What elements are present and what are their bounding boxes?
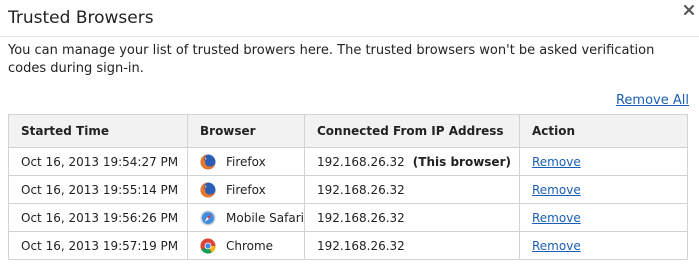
started-time-cell: Oct 16, 2013 19:57:19 PM (8, 231, 188, 260)
safari-icon (200, 210, 216, 225)
action-cell: Remove (519, 175, 688, 204)
browser-name: Firefox (226, 154, 266, 169)
remove-link[interactable]: Remove (532, 183, 581, 197)
firefox-icon (200, 154, 216, 169)
browser-name: Mobile Safari (226, 210, 304, 225)
remove-all-link[interactable]: Remove All (616, 93, 689, 108)
table-row: Oct 16, 2013 19:57:19 PM Chrome 192.168.… (8, 231, 688, 260)
ip-address-cell: 192.168.26.32 (304, 175, 520, 204)
column-header-ip-address: Connected From IP Address (304, 114, 520, 148)
table-row: Oct 16, 2013 19:55:14 PM Firefox 192.168… (8, 175, 688, 204)
ip-address-cell: 192.168.26.32 (304, 203, 520, 232)
trusted-browsers-table: Started Time Browser Connected From IP A… (8, 114, 688, 260)
table-row: Oct 16, 2013 19:56:26 PM Mobile Safari 1… (8, 203, 688, 232)
dialog-title: Trusted Browsers (8, 8, 154, 28)
trusted-browsers-dialog: Trusted Browsers You can manage your lis… (0, 0, 699, 270)
browser-cell: Firefox (187, 175, 305, 204)
remove-link[interactable]: Remove (532, 211, 581, 225)
remove-link[interactable]: Remove (532, 155, 581, 169)
started-time-cell: Oct 16, 2013 19:55:14 PM (8, 175, 188, 204)
ip-address: 192.168.26.32 (317, 238, 405, 253)
column-header-browser: Browser (187, 114, 305, 148)
browser-cell: Firefox (187, 147, 305, 176)
close-icon[interactable] (683, 4, 695, 16)
remove-link[interactable]: Remove (532, 239, 581, 253)
browser-cell: Chrome (187, 231, 305, 260)
ip-address-cell: 192.168.26.32 (304, 231, 520, 260)
firefox-icon (200, 182, 216, 197)
ip-address-cell: 192.168.26.32 (This browser) (304, 147, 520, 176)
dialog-header: Trusted Browsers (0, 0, 699, 37)
table-row: Oct 16, 2013 19:54:27 PM Firefox 192.168… (8, 147, 688, 176)
action-cell: Remove (519, 203, 688, 232)
browser-name: Chrome (226, 238, 274, 253)
action-cell: Remove (519, 231, 688, 260)
browser-cell: Mobile Safari (187, 203, 305, 232)
browser-name: Firefox (226, 182, 266, 197)
ip-address: 192.168.26.32 (317, 154, 405, 169)
this-browser-note: (This browser) (412, 154, 511, 169)
started-time-cell: Oct 16, 2013 19:56:26 PM (8, 203, 188, 232)
dialog-description: You can manage your list of trusted brow… (8, 43, 655, 76)
ip-address: 192.168.26.32 (317, 210, 405, 225)
chrome-icon (200, 238, 216, 254)
action-cell: Remove (519, 147, 688, 176)
column-header-started-time: Started Time (8, 114, 188, 148)
started-time-cell: Oct 16, 2013 19:54:27 PM (8, 147, 188, 176)
table-header-row: Started Time Browser Connected From IP A… (8, 114, 688, 148)
column-header-action: Action (519, 114, 688, 148)
ip-address: 192.168.26.32 (317, 182, 405, 197)
